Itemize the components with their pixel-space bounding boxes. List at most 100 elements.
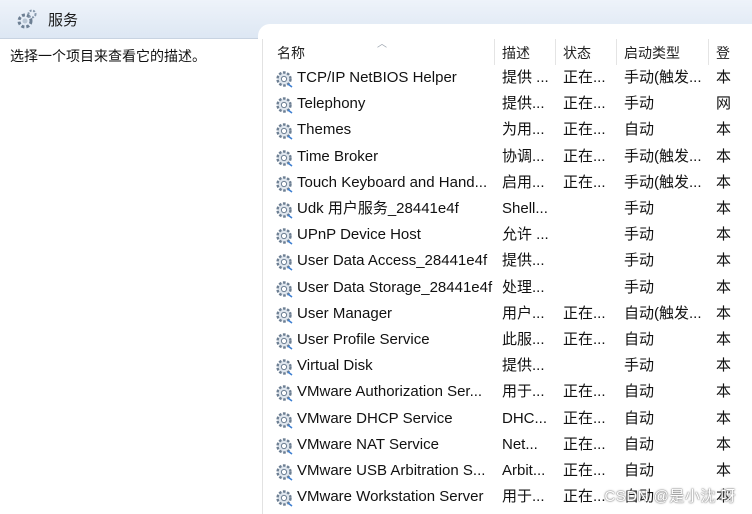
service-status: 正在... [563, 435, 606, 453]
service-name: User Profile Service [297, 331, 430, 348]
service-startup-type: 自动 [624, 409, 655, 427]
table-row[interactable]: TCP/IP NetBIOS Helper 提供 ... 正在... 手动(触发… [263, 65, 752, 91]
service-status: 正在... [563, 409, 606, 427]
column-header: ︿ 名称 描述 状态 启动类型 登 [263, 39, 752, 65]
service-logon: 本 [716, 200, 732, 217]
service-gear-icon [276, 359, 293, 376]
service-startup-type: 手动 [624, 200, 655, 217]
column-startup-type[interactable]: 启动类型 [624, 42, 680, 64]
service-gear-icon [276, 97, 293, 114]
service-startup-type: 自动(触发... [624, 304, 702, 322]
service-status [563, 275, 613, 301]
service-startup-type: 手动 [624, 252, 655, 270]
column-divider[interactable] [494, 39, 495, 65]
description-text: 选择一个项目来查看它的描述。 [10, 48, 206, 64]
services-list[interactable]: ︿ 名称 描述 状态 启动类型 登 TCP/IP NetBIOS Helper … [263, 39, 752, 514]
service-status [563, 248, 613, 274]
service-logon: 本 [716, 331, 732, 348]
service-gear-icon [276, 464, 293, 481]
table-row[interactable]: VMware NAT Service Net... 正在... 自动 本 [263, 432, 752, 458]
table-row[interactable]: Udk 用户服务_28441e4f Shell... 手动 本 [263, 196, 752, 222]
service-name: User Data Access_28441e4f [297, 252, 488, 270]
service-startup-type: 手动 [624, 357, 655, 375]
service-logon: 本 [716, 147, 732, 165]
service-description: 用于... [502, 383, 545, 401]
service-name: Udk 用户服务_28441e4f [297, 200, 459, 217]
column-status[interactable]: 状态 [563, 42, 591, 64]
service-status: 正在... [563, 304, 606, 322]
service-description: 为用... [502, 121, 545, 139]
service-status [563, 196, 613, 222]
service-name: VMware Authorization Ser... [297, 383, 483, 401]
service-logon: 本 [716, 409, 732, 427]
table-row[interactable]: Time Broker 协调... 正在... 手动(触发... 本 [263, 144, 752, 170]
service-gear-icon [276, 333, 293, 350]
table-row[interactable]: VMware USB Arbitration S... Arbit... 正在.… [263, 458, 752, 484]
service-name: Virtual Disk [297, 357, 373, 375]
service-status: 正在... [563, 173, 606, 191]
service-startup-type: 手动(触发... [624, 173, 702, 191]
sort-arrow-icon[interactable]: ︿ [377, 39, 387, 50]
service-logon: 本 [716, 226, 732, 244]
column-divider[interactable] [616, 39, 617, 65]
table-row[interactable]: User Data Storage_28441e4f 处理... 手动 本 [263, 275, 752, 301]
service-startup-type: 自动 [624, 435, 655, 453]
service-name: Touch Keyboard and Hand... [297, 173, 488, 191]
service-status [563, 222, 613, 248]
column-divider[interactable] [708, 39, 709, 65]
column-logon[interactable]: 登 [716, 42, 730, 64]
service-description: 提供... [502, 357, 545, 375]
service-description: 提供... [502, 252, 545, 270]
service-status: 正在... [563, 121, 606, 139]
service-description: 用于... [502, 488, 545, 506]
service-gear-icon [276, 149, 293, 167]
table-row[interactable]: Touch Keyboard and Hand... 启用... 正在... 手… [263, 170, 752, 196]
service-name: VMware USB Arbitration S... [297, 462, 486, 479]
watermark: CSDN @是小沈 呀 [604, 488, 736, 505]
service-logon: 本 [716, 69, 732, 86]
service-description: 用户... [502, 304, 545, 322]
service-description: 允许 ... [502, 226, 549, 244]
service-gear-icon [276, 228, 293, 245]
service-gear-icon [276, 385, 293, 403]
service-startup-type: 自动 [624, 121, 655, 139]
service-name: VMware NAT Service [297, 435, 439, 453]
service-startup-type: 自动 [624, 383, 655, 401]
table-row[interactable]: Virtual Disk 提供... 手动 本 [263, 353, 752, 379]
service-name: User Data Storage_28441e4f [297, 278, 493, 296]
service-name: Telephony [297, 95, 366, 113]
service-startup-type: 手动 [624, 95, 655, 113]
column-name[interactable]: 名称 [277, 42, 305, 64]
service-startup-type: 手动 [624, 278, 655, 296]
description-pane: 选择一个项目来查看它的描述。 [0, 39, 263, 514]
service-logon: 网 [716, 95, 732, 113]
service-status: 正在... [563, 147, 606, 165]
table-row[interactable]: VMware Authorization Ser... 用于... 正在... … [263, 379, 752, 405]
service-logon: 本 [716, 252, 732, 270]
service-name: Themes [297, 121, 352, 139]
service-gear-icon [276, 438, 293, 455]
table-row[interactable]: Telephony 提供... 正在... 手动 网 [263, 91, 752, 117]
service-gear-icon [276, 411, 293, 429]
table-row[interactable]: User Manager 用户... 正在... 自动(触发... 本 [263, 301, 752, 327]
service-description: 处理... [502, 278, 545, 296]
service-status: 正在... [563, 69, 606, 86]
service-startup-type: 手动(触发... [624, 69, 702, 86]
service-logon: 本 [716, 357, 732, 375]
service-name: User Manager [297, 304, 393, 322]
service-logon: 本 [716, 462, 732, 479]
table-row[interactable]: Themes 为用... 正在... 自动 本 [263, 117, 752, 143]
service-name: VMware DHCP Service [297, 409, 453, 427]
table-row[interactable]: User Profile Service 此服... 正在... 自动 本 [263, 327, 752, 353]
service-startup-type: 手动(触发... [624, 147, 702, 165]
column-description[interactable]: 描述 [502, 42, 530, 64]
table-row[interactable]: UPnP Device Host 允许 ... 手动 本 [263, 222, 752, 248]
table-row[interactable]: VMware DHCP Service DHC... 正在... 自动 本 [263, 406, 752, 432]
service-gear-icon [276, 280, 293, 298]
service-description: 提供... [502, 95, 545, 113]
column-divider[interactable] [555, 39, 556, 65]
table-row[interactable]: User Data Access_28441e4f 提供... 手动 本 [263, 248, 752, 274]
service-description: 此服... [502, 331, 545, 348]
service-description: Shell... [502, 200, 548, 217]
service-name: UPnP Device Host [297, 226, 421, 244]
